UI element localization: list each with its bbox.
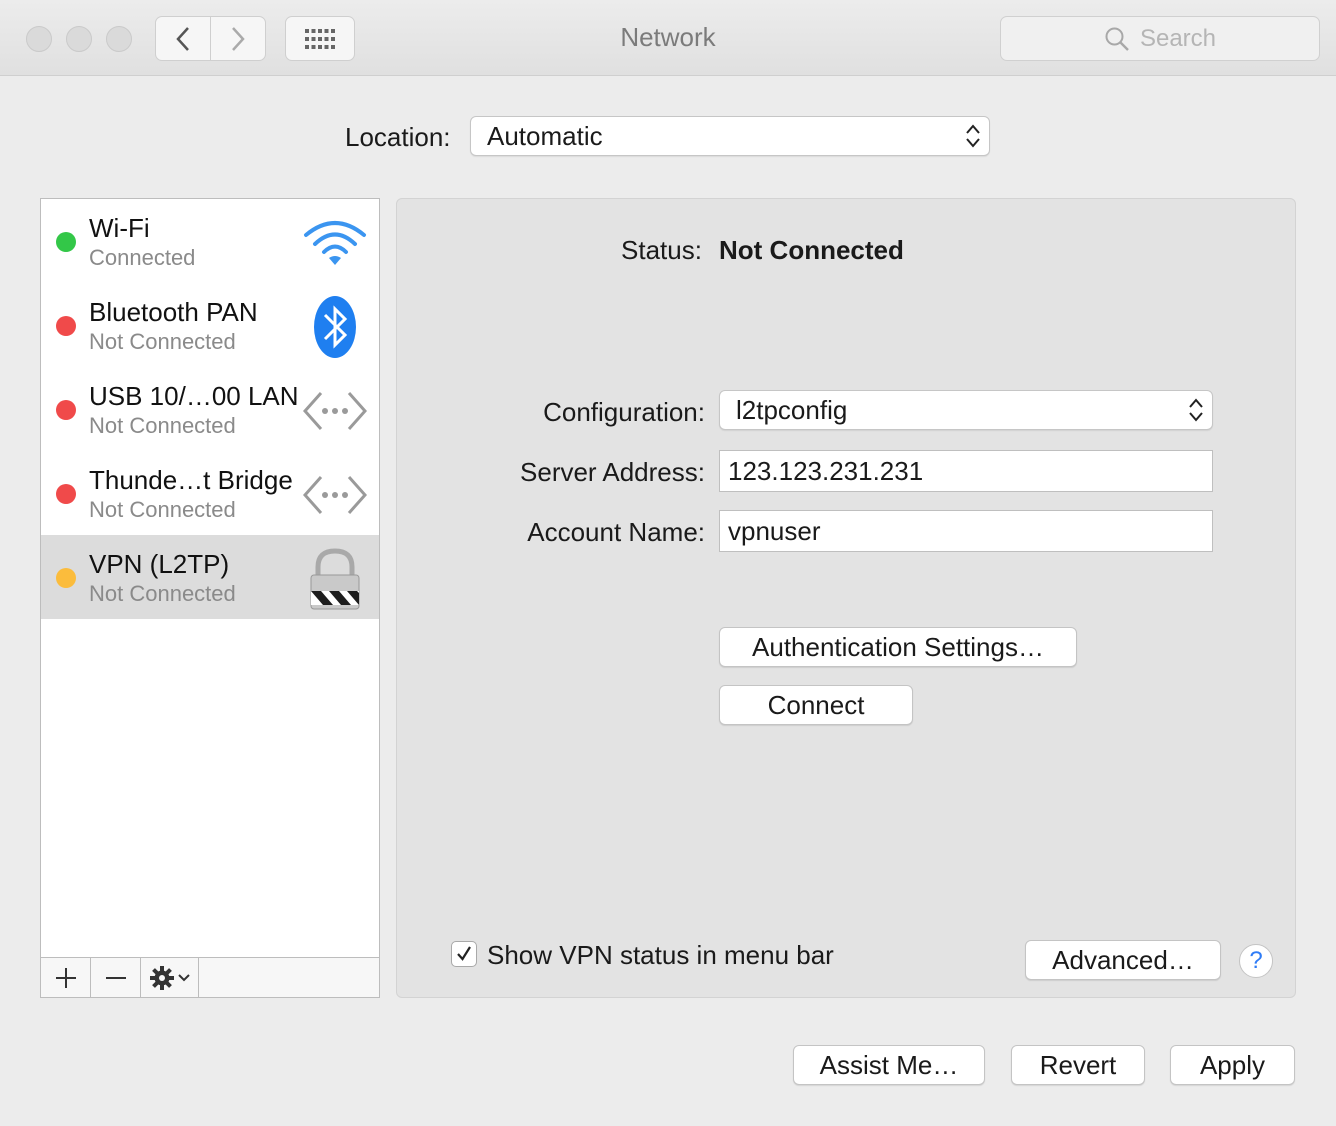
apply-button[interactable]: Apply xyxy=(1170,1045,1295,1085)
service-item-thunderbolt-bridge[interactable]: Thunde…t Bridge Not Connected xyxy=(41,451,379,535)
search-icon xyxy=(1105,27,1129,51)
account-name-label: Account Name: xyxy=(527,517,705,547)
authentication-settings-button[interactable]: Authentication Settings… xyxy=(719,627,1077,667)
configuration-value: l2tpconfig xyxy=(736,394,848,425)
service-name: VPN (L2TP) xyxy=(89,549,230,579)
help-button[interactable]: ? xyxy=(1239,944,1273,978)
status-dot xyxy=(56,568,76,588)
search-field[interactable]: Search xyxy=(1000,16,1320,61)
assist-me-button[interactable]: Assist Me… xyxy=(793,1045,985,1085)
service-list-toolbar xyxy=(41,957,379,997)
connect-button[interactable]: Connect xyxy=(719,685,913,725)
ethernet-icon xyxy=(303,476,367,514)
service-status: Not Connected xyxy=(89,413,236,438)
revert-button[interactable]: Revert xyxy=(1011,1045,1145,1085)
vpn-detail-panel: Status: Not Connected Configuration: l2t… xyxy=(396,198,1296,998)
advanced-button[interactable]: Advanced… xyxy=(1025,940,1221,980)
location-popup[interactable]: Automatic xyxy=(470,116,990,156)
bluetooth-icon xyxy=(314,296,356,358)
status-dot xyxy=(56,484,76,504)
configuration-label: Configuration: xyxy=(543,397,705,427)
server-address-field[interactable]: 123.123.231.231 xyxy=(719,450,1213,492)
show-vpn-status-label: Show VPN status in menu bar xyxy=(487,940,834,970)
status-label: Status: xyxy=(621,235,702,265)
service-item-vpn-l2tp[interactable]: VPN (L2TP) Not Connected xyxy=(41,535,379,619)
add-service-button[interactable] xyxy=(41,958,91,997)
updown-arrows-icon xyxy=(966,124,980,148)
service-name: Bluetooth PAN xyxy=(89,297,258,327)
status-value: Not Connected xyxy=(719,235,904,265)
wifi-icon xyxy=(304,221,366,265)
status-dot xyxy=(56,400,76,420)
service-list: Wi-Fi Connected Bluetooth PAN Not Connec… xyxy=(40,198,380,998)
remove-service-button[interactable] xyxy=(91,958,141,997)
service-status: Not Connected xyxy=(89,581,236,606)
vpn-lock-icon xyxy=(310,548,360,610)
service-item-bluetooth-pan[interactable]: Bluetooth PAN Not Connected xyxy=(41,283,379,367)
minus-icon xyxy=(105,976,126,979)
checkmark-icon xyxy=(457,946,471,961)
status-dot xyxy=(56,316,76,336)
configuration-popup[interactable]: l2tpconfig xyxy=(719,390,1213,430)
location-value: Automatic xyxy=(487,120,603,151)
service-status: Not Connected xyxy=(89,329,236,354)
service-item-wifi[interactable]: Wi-Fi Connected xyxy=(41,199,379,283)
plus-icon xyxy=(55,967,76,988)
gear-icon xyxy=(149,965,174,990)
show-vpn-status-checkbox[interactable] xyxy=(451,941,477,967)
service-item-usb-lan[interactable]: USB 10/…00 LAN Not Connected xyxy=(41,367,379,451)
service-status: Not Connected xyxy=(89,497,236,522)
server-address-label: Server Address: xyxy=(520,457,705,487)
service-name: USB 10/…00 LAN xyxy=(89,381,299,411)
service-name: Thunde…t Bridge xyxy=(89,465,293,495)
location-label: Location: xyxy=(345,122,451,152)
updown-arrows-icon xyxy=(1189,398,1203,422)
search-placeholder: Search xyxy=(1139,24,1217,52)
service-status: Connected xyxy=(89,245,196,270)
account-name-field[interactable]: vpnuser xyxy=(719,510,1213,552)
service-name: Wi-Fi xyxy=(89,213,150,243)
service-actions-button[interactable] xyxy=(141,958,199,997)
ethernet-icon xyxy=(303,392,367,430)
title-bar: Network Search xyxy=(0,0,1336,76)
chevron-down-icon xyxy=(177,973,190,981)
status-dot xyxy=(56,232,76,252)
